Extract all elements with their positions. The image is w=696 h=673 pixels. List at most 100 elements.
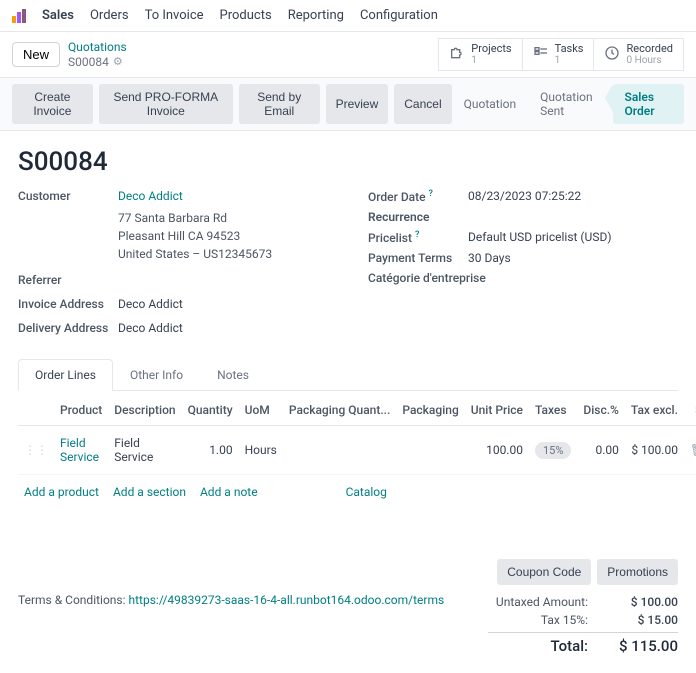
stat-tasks-value: 1	[555, 55, 584, 66]
line-taxes[interactable]: 15%	[529, 426, 577, 475]
stat-recorded[interactable]: Recorded0 Hours	[593, 38, 684, 71]
top-nav: Sales Orders To Invoice Products Reporti…	[0, 0, 696, 32]
line-quantity[interactable]: 1.00	[182, 426, 239, 475]
new-button[interactable]: New	[12, 42, 60, 67]
payment-terms-value[interactable]: 30 Days	[468, 251, 511, 265]
page-title: S00084	[18, 147, 678, 177]
send-proforma-button[interactable]: Send PRO-FORMA Invoice	[99, 84, 233, 124]
col-quantity: Quantity	[182, 395, 239, 426]
pricelist-value[interactable]: Default USD pricelist (USD)	[468, 230, 612, 245]
main-content: S00084 Customer Deco Addict 77 Santa Bar…	[0, 131, 696, 673]
tax-label: Tax 15%:	[488, 613, 588, 627]
pricelist-help-icon[interactable]: ?	[415, 230, 419, 240]
coupon-code-button[interactable]: Coupon Code	[497, 559, 591, 585]
line-product[interactable]: Field Service	[54, 426, 108, 475]
col-unit-price: Unit Price	[465, 395, 529, 426]
promotions-button[interactable]: Promotions	[597, 559, 678, 585]
order-date-label: Order Date ?	[368, 189, 468, 204]
col-packaging: Packaging	[396, 395, 464, 426]
create-invoice-button[interactable]: Create Invoice	[12, 84, 93, 124]
status-quotation[interactable]: Quotation	[452, 91, 528, 117]
action-bar: Create Invoice Send PRO-FORMA Invoice Se…	[0, 77, 696, 131]
status-quotation-sent[interactable]: Quotation Sent	[528, 84, 612, 124]
terms-link[interactable]: https://49839273-saas-16-4-all.runbot164…	[129, 593, 445, 607]
stat-tasks[interactable]: Tasks1	[522, 38, 595, 71]
delete-line-icon[interactable]: 🗑	[690, 443, 696, 457]
gear-icon[interactable]: ⚙	[113, 55, 123, 68]
col-uom: UoM	[239, 395, 283, 426]
breadcrumb: Quotations S00084 ⚙	[68, 40, 127, 69]
total-label: Total:	[488, 637, 588, 655]
col-product: Product	[54, 395, 108, 426]
tab-notes[interactable]: Notes	[200, 359, 266, 390]
add-links: Add a product Add a section Add a note C…	[18, 475, 678, 509]
customer-link[interactable]: Deco Addict	[118, 189, 183, 203]
add-section-link[interactable]: Add a section	[113, 485, 186, 499]
nav-to-invoice[interactable]: To Invoice	[145, 8, 204, 23]
stat-projects-value: 1	[471, 55, 511, 66]
order-date-help-icon[interactable]: ?	[429, 189, 433, 199]
line-packaging-qty[interactable]	[283, 426, 396, 475]
send-email-button[interactable]: Send by Email	[239, 84, 320, 124]
total-value: $ 115.00	[608, 637, 678, 655]
app-logo-icon	[12, 9, 26, 23]
payment-terms-label: Payment Terms	[368, 251, 468, 265]
add-product-link[interactable]: Add a product	[24, 485, 99, 499]
address-line-1: 77 Santa Barbara Rd	[118, 209, 328, 227]
col-disc: Disc.%	[577, 395, 625, 426]
invoice-address-label: Invoice Address	[18, 297, 118, 311]
recurrence-label: Recurrence	[368, 210, 468, 224]
add-note-link[interactable]: Add a note	[200, 485, 258, 499]
stat-boxes: Projects1 Tasks1 Recorded0 Hours	[438, 38, 684, 71]
nav-products[interactable]: Products	[220, 8, 272, 23]
stat-projects-label: Projects	[471, 43, 511, 55]
tax-badge[interactable]: 15%	[535, 442, 571, 459]
referrer-label: Referrer	[18, 273, 118, 287]
line-packaging[interactable]	[396, 426, 464, 475]
customer-label: Customer	[18, 189, 118, 203]
address-line-3: United States – US12345673	[118, 245, 328, 263]
col-description: Description	[108, 395, 181, 426]
totals: Untaxed Amount:$ 100.00 Tax 15%:$ 15.00 …	[488, 593, 678, 657]
right-column: Order Date ? 08/23/2023 07:25:22 Recurre…	[368, 189, 678, 341]
nav-orders[interactable]: Orders	[90, 8, 129, 23]
puzzle-icon	[449, 45, 465, 65]
tab-other-info[interactable]: Other Info	[113, 359, 200, 390]
catalog-link[interactable]: Catalog	[346, 485, 387, 499]
line-unit-price[interactable]: 100.00	[465, 426, 529, 475]
terms-text: Terms & Conditions: https://49839273-saa…	[18, 593, 444, 607]
footer: Coupon Code Promotions Terms & Condition…	[18, 559, 678, 657]
drag-handle-icon[interactable]: ⋮⋮	[18, 426, 54, 475]
stat-recorded-label: Recorded	[626, 43, 673, 55]
untaxed-label: Untaxed Amount:	[488, 595, 588, 609]
table-row[interactable]: ⋮⋮ Field Service Field Service 1.00 Hour…	[18, 426, 696, 475]
preview-button[interactable]: Preview	[326, 84, 389, 124]
tabs: Order Lines Other Info Notes	[18, 359, 678, 391]
nav-reporting[interactable]: Reporting	[288, 8, 344, 23]
status-sales-order[interactable]: Sales Order	[613, 84, 685, 124]
clock-icon	[604, 45, 620, 65]
col-tax-excl: Tax excl.	[625, 395, 684, 426]
tasks-icon	[533, 45, 549, 65]
cancel-button[interactable]: Cancel	[394, 84, 451, 124]
line-description[interactable]: Field Service	[108, 426, 181, 475]
tab-order-lines[interactable]: Order Lines	[18, 359, 113, 391]
line-disc[interactable]: 0.00	[577, 426, 625, 475]
tax-value: $ 15.00	[608, 613, 678, 627]
stat-projects[interactable]: Projects1	[438, 38, 522, 71]
breadcrumb-quotations[interactable]: Quotations	[68, 40, 127, 54]
status-bar: Quotation Quotation Sent Sales Order	[452, 84, 684, 124]
invoice-address-value[interactable]: Deco Addict	[118, 297, 183, 311]
address-line-2: Pleasant Hill CA 94523	[118, 227, 328, 245]
nav-configuration[interactable]: Configuration	[360, 8, 438, 23]
line-uom[interactable]: Hours	[239, 426, 283, 475]
stat-tasks-label: Tasks	[555, 43, 584, 55]
left-column: Customer Deco Addict 77 Santa Barbara Rd…	[18, 189, 328, 341]
line-tax-excl: $ 100.00	[625, 426, 684, 475]
delivery-address-label: Delivery Address	[18, 321, 118, 335]
col-packaging-qty: Packaging Quant...	[283, 395, 396, 426]
sub-bar: New Quotations S00084 ⚙ Projects1 Tasks1	[0, 32, 696, 77]
nav-sales[interactable]: Sales	[42, 8, 74, 23]
delivery-address-value[interactable]: Deco Addict	[118, 321, 183, 335]
breadcrumb-current: S00084	[68, 55, 109, 69]
